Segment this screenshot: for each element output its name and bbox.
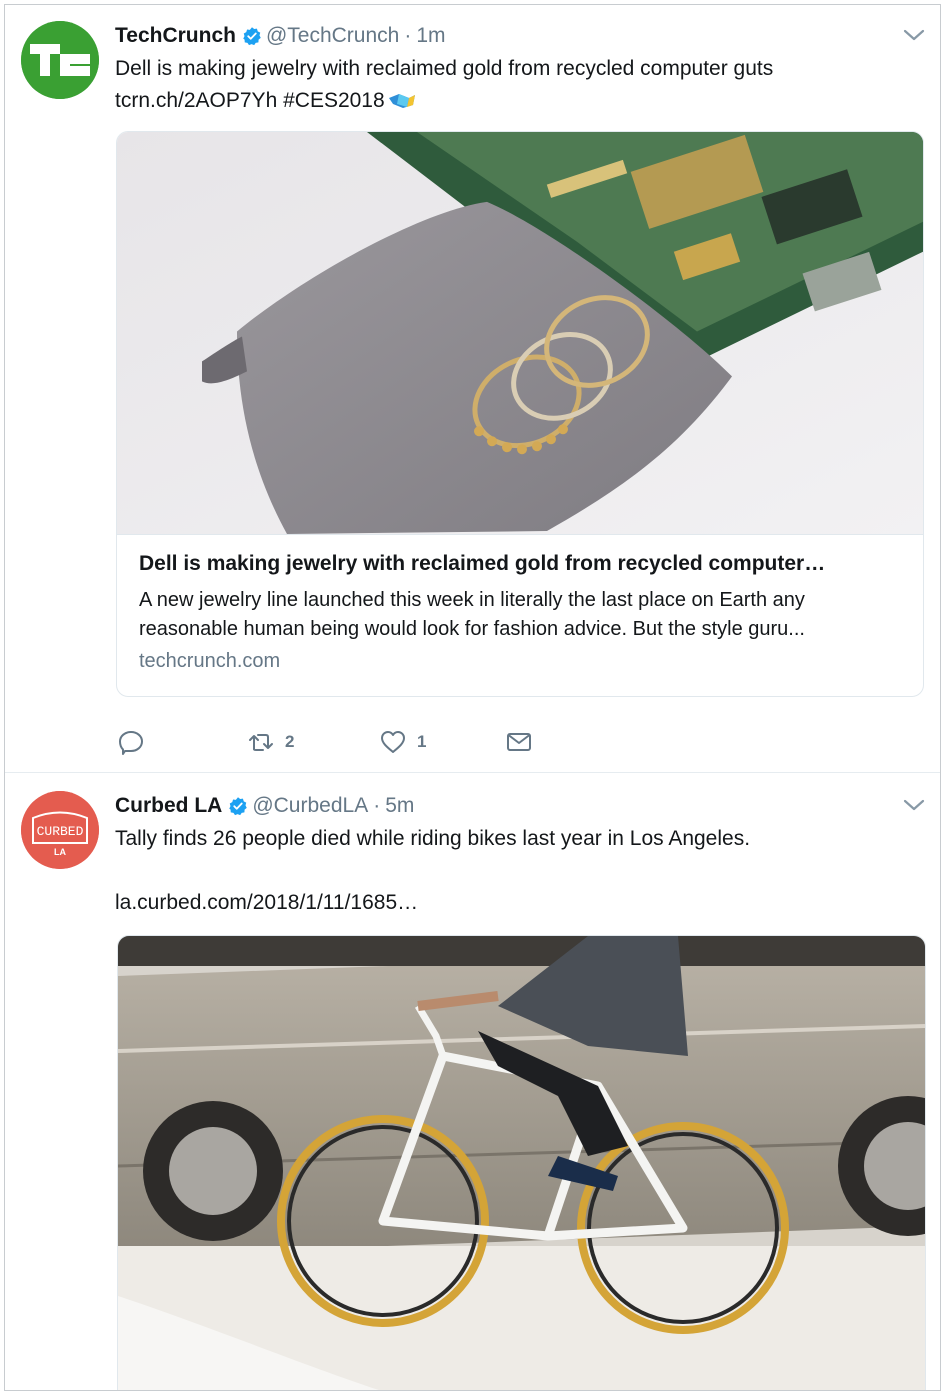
tweet-curbed-la[interactable]: CURBED LA Curbed LA @CurbedLA · 5m Tally… [5, 774, 940, 1390]
verified-badge-icon [243, 27, 261, 46]
techcrunch-logo [21, 21, 99, 99]
chevron-down-icon[interactable] [902, 795, 926, 815]
reply-icon [119, 731, 143, 755]
tweet-header: TechCrunch @TechCrunch · 1m [115, 21, 446, 51]
tweet-link[interactable]: la.curbed.com/2018/1/11/1685… [115, 887, 418, 918]
svg-text:LA: LA [54, 847, 66, 857]
retweet-button[interactable]: 2 [247, 725, 294, 759]
tweet-text-line: Dell is making jewelry with reclaimed go… [115, 57, 774, 80]
direct-message-icon [507, 733, 531, 751]
retweet-icon [249, 734, 273, 751]
display-name[interactable]: TechCrunch [115, 24, 236, 48]
verified-badge-icon [229, 797, 248, 816]
card-domain: techcrunch.com [139, 650, 281, 672]
timestamp[interactable]: 1m [416, 24, 445, 48]
like-button[interactable]: 1 [379, 725, 426, 759]
like-count: 1 [417, 732, 427, 751]
card-title: Dell is making jewelry with reclaimed go… [139, 552, 826, 575]
hashtag-link[interactable]: #CES2018 [283, 89, 385, 112]
bicycle-photo [118, 936, 925, 1390]
like-icon [381, 731, 405, 753]
retweet-count: 2 [285, 732, 295, 751]
display-name[interactable]: Curbed LA [115, 794, 222, 818]
handle[interactable]: @TechCrunch [266, 24, 399, 48]
svg-text:CURBED: CURBED [37, 824, 84, 839]
tweet-text-line: Tally finds 26 people died while riding … [115, 827, 751, 850]
timeline: TechCrunch @TechCrunch · 1m Dell is maki… [4, 4, 941, 1391]
tweet-header: Curbed LA @CurbedLA · 5m [115, 791, 414, 821]
card-image-jewelry [117, 132, 923, 535]
tweet-actions: 2 1 [117, 725, 617, 759]
timestamp[interactable]: 5m [385, 794, 414, 818]
handle[interactable]: @CurbedLA [252, 794, 368, 818]
avatar-curbed-la[interactable]: CURBED LA [21, 791, 99, 869]
link-card[interactable]: Dell is making jewelry with reclaimed go… [116, 131, 924, 697]
chevron-down-icon[interactable] [902, 25, 926, 45]
tweet-link[interactable]: tcrn.ch/2AOP7Yh [115, 89, 277, 112]
direct-message-button[interactable] [505, 725, 533, 759]
separator: · [373, 794, 381, 817]
separator: · [404, 24, 412, 47]
tweet-techcrunch[interactable]: TechCrunch @TechCrunch · 1m Dell is maki… [5, 5, 940, 773]
tweet-media-image[interactable] [117, 935, 926, 1390]
curbed-la-logo: CURBED LA [21, 791, 99, 869]
reply-button[interactable] [117, 725, 155, 759]
tweet-text-links: tcrn.ch/2AOP7Yh #CES2018 [115, 85, 417, 116]
ces-flag-emoji [388, 94, 415, 108]
avatar-techcrunch[interactable] [21, 21, 99, 99]
card-description: A new jewelry line launched this week in… [139, 589, 805, 640]
